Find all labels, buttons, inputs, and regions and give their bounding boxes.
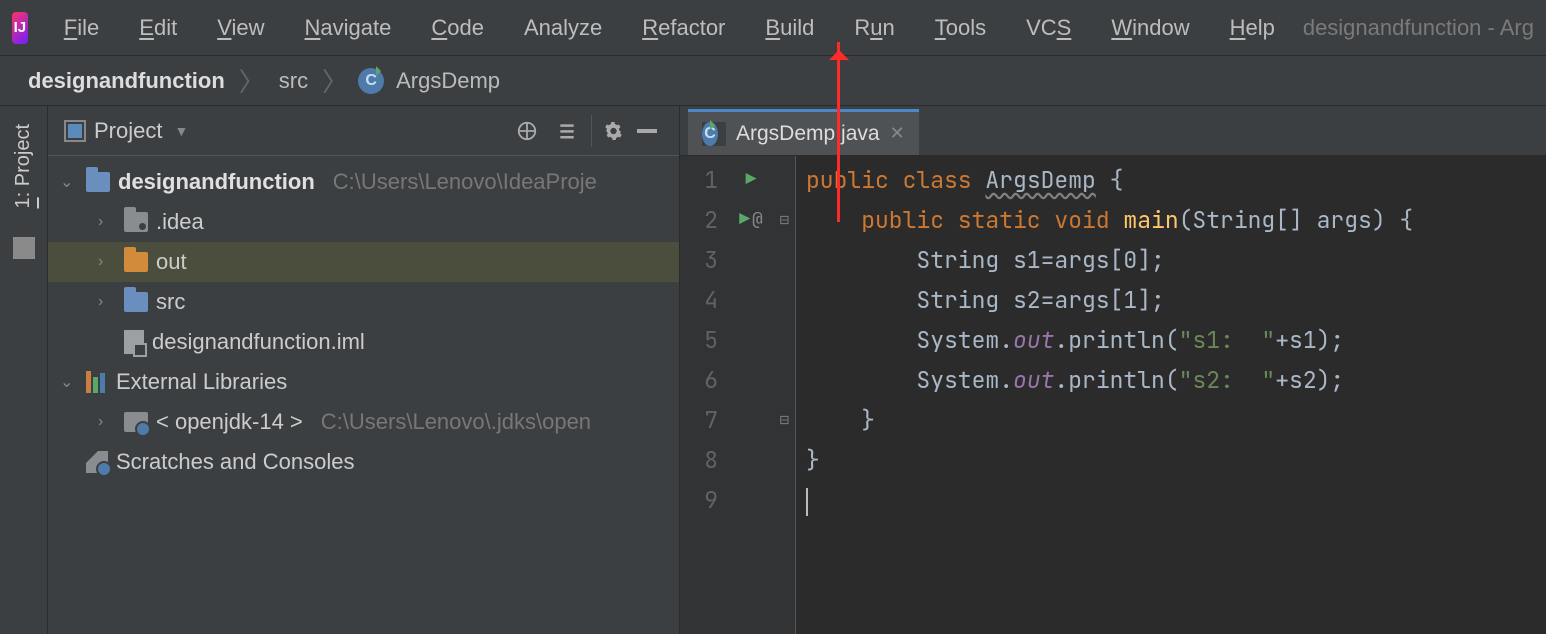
- tab-filename: ArgsDemp.java: [736, 122, 880, 146]
- project-icon: [64, 120, 86, 142]
- folder-icon: [124, 212, 148, 232]
- tree-out[interactable]: › out: [48, 242, 679, 282]
- window-title: designandfunction - Arg: [1303, 15, 1534, 41]
- menu-view[interactable]: View: [205, 9, 276, 47]
- project-tool-tab[interactable]: 1: Project: [12, 124, 35, 209]
- tree-root[interactable]: ⌄ designandfunction C:\Users\Lenovo\Idea…: [48, 162, 679, 202]
- menu-help[interactable]: Help: [1218, 9, 1287, 47]
- chevron-right-icon: ›: [98, 413, 116, 431]
- chevron-right-icon: ›: [98, 213, 116, 231]
- menu-window[interactable]: Window: [1099, 9, 1201, 47]
- menu-code[interactable]: Code: [419, 9, 496, 47]
- module-folder-icon: [86, 172, 110, 192]
- libraries-icon: [86, 371, 108, 393]
- menu-refactor[interactable]: Refactor: [630, 9, 737, 47]
- jdk-icon: [124, 412, 148, 432]
- menu-file[interactable]: File: [52, 9, 111, 47]
- menu-tools[interactable]: Tools: [923, 9, 998, 47]
- project-panel: Project ▼ ⌄ designandfunction C:\Us: [48, 106, 680, 634]
- breadcrumb-src[interactable]: src: [275, 68, 312, 94]
- iml-file-icon: [124, 330, 144, 354]
- menu-bar: IJ File Edit View Navigate Code Analyze Refact…: [0, 0, 1546, 56]
- menu-navigate[interactable]: Navigate: [293, 9, 404, 47]
- menu-analyze[interactable]: Analyze: [512, 9, 614, 47]
- run-gutter: ▶▶@: [728, 156, 774, 634]
- line-number-gutter: 123456789: [680, 156, 728, 634]
- hide-panel-icon[interactable]: [631, 115, 663, 147]
- class-icon: C: [702, 122, 718, 146]
- breadcrumb-root[interactable]: designandfunction: [24, 68, 229, 94]
- tree-external-libraries[interactable]: ⌄ External Libraries: [48, 362, 679, 402]
- class-icon: C: [358, 68, 384, 94]
- project-tree: ⌄ designandfunction C:\Users\Lenovo\Idea…: [48, 156, 679, 488]
- chevron-down-icon: ▼: [174, 123, 188, 139]
- structure-tool-icon[interactable]: [13, 237, 35, 259]
- editor-tab[interactable]: C ArgsDemp.java ✕: [688, 109, 919, 155]
- breadcrumb-class[interactable]: ArgsDemp: [392, 68, 504, 94]
- code-content[interactable]: public class ArgsDemp { public static vo…: [796, 156, 1546, 634]
- chevron-right-icon: ›: [98, 253, 116, 271]
- excluded-folder-icon: [124, 252, 148, 272]
- editor-area: C ArgsDemp.java ✕ 123456789 ▶▶@ ⊟⊟ publi…: [680, 106, 1546, 634]
- project-view-selector[interactable]: Project ▼: [64, 118, 188, 144]
- code-editor[interactable]: 123456789 ▶▶@ ⊟⊟ public class ArgsDemp {…: [680, 156, 1546, 634]
- project-panel-header: Project ▼: [48, 106, 679, 156]
- tree-openjdk[interactable]: › < openjdk-14 > C:\Users\Lenovo\.jdks\o…: [48, 402, 679, 442]
- left-tool-strip: 1: Project: [0, 106, 48, 634]
- chevron-down-icon: ⌄: [60, 172, 78, 192]
- tree-src[interactable]: › src: [48, 282, 679, 322]
- tree-idea[interactable]: › .idea: [48, 202, 679, 242]
- menu-vcs[interactable]: VCS: [1014, 9, 1083, 47]
- menu-run[interactable]: Run: [842, 9, 906, 47]
- settings-icon[interactable]: [591, 115, 623, 147]
- close-tab-icon[interactable]: ✕: [890, 123, 905, 144]
- fold-gutter: ⊟⊟: [774, 156, 796, 634]
- expand-all-icon[interactable]: [551, 115, 583, 147]
- editor-tab-bar: C ArgsDemp.java ✕: [680, 106, 1546, 156]
- chevron-right-icon: ›: [98, 293, 116, 311]
- breadcrumb-sep-icon: 〉: [312, 62, 358, 99]
- select-opened-file-icon[interactable]: [511, 115, 543, 147]
- chevron-down-icon: ⌄: [60, 372, 78, 392]
- menu-edit[interactable]: Edit: [127, 9, 189, 47]
- breadcrumb-sep-icon: 〉: [229, 62, 275, 99]
- scratches-icon: [86, 451, 108, 473]
- source-folder-icon: [124, 292, 148, 312]
- app-logo-icon: IJ: [12, 12, 28, 44]
- tree-iml[interactable]: designandfunction.iml: [48, 322, 679, 362]
- breadcrumb: designandfunction 〉 src 〉 C ArgsDemp: [0, 56, 1546, 106]
- menu-build[interactable]: Build: [753, 9, 826, 47]
- tree-scratches[interactable]: Scratches and Consoles: [48, 442, 679, 482]
